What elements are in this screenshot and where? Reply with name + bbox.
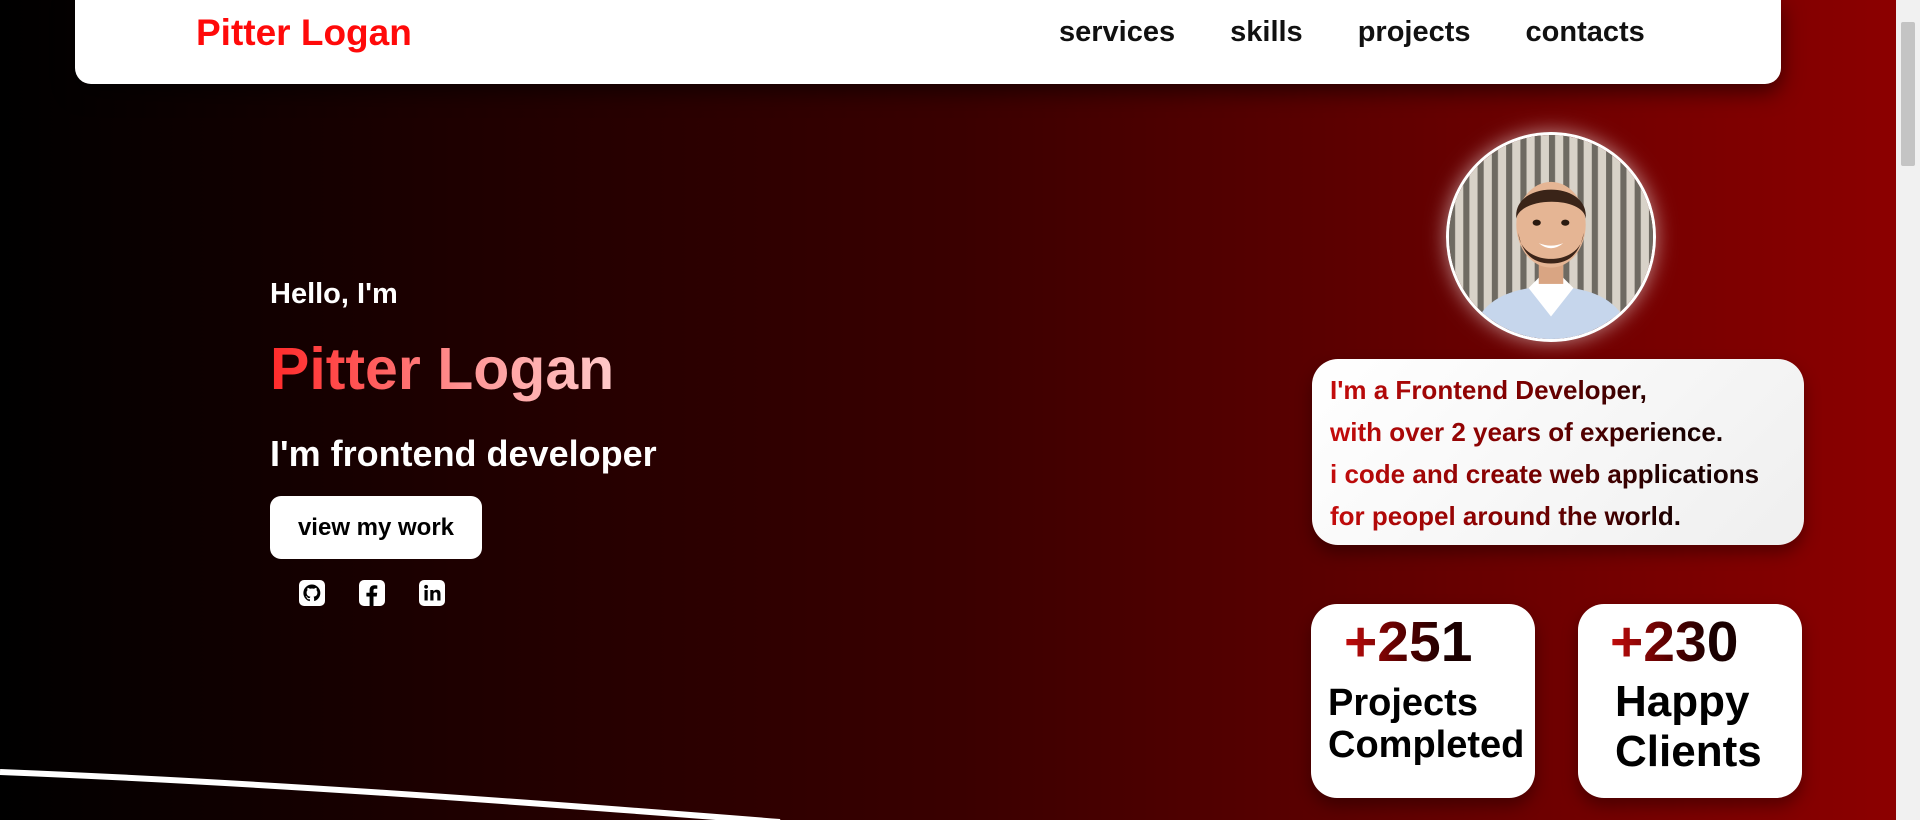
hero-name: Pitter Logan (270, 336, 615, 402)
intro-line: for peopel around the world. (1330, 495, 1786, 537)
intro-line: with over 2 years of experience. (1330, 411, 1786, 453)
stat-label: Projects Completed (1328, 682, 1525, 766)
github-icon[interactable] (298, 579, 326, 607)
profile-photo (1446, 132, 1656, 342)
linkedin-icon[interactable] (418, 579, 446, 607)
scrollbar[interactable] (1896, 0, 1920, 820)
nav-link-services[interactable]: services (1059, 16, 1175, 49)
intro-line: I'm a Frontend Developer, (1330, 369, 1786, 411)
stat-number: +230 (1610, 610, 1739, 674)
intro-line: i code and create web applications (1330, 453, 1786, 495)
social-links (298, 579, 446, 607)
hero-greeting: Hello, I'm (270, 278, 398, 310)
view-my-work-button[interactable]: view my work (270, 496, 482, 559)
stat-label: Happy Clients (1615, 677, 1762, 776)
nav-link-projects[interactable]: projects (1358, 16, 1471, 49)
stat-number: +251 (1344, 610, 1473, 674)
nav-link-contacts[interactable]: contacts (1526, 16, 1645, 49)
nav-menu: services skills projects contacts (1059, 16, 1645, 49)
decorative-divider-line (0, 769, 781, 820)
intro-card: I'm a Frontend Developer, with over 2 ye… (1312, 359, 1804, 545)
nav-link-skills[interactable]: skills (1230, 16, 1303, 49)
scrollbar-thumb[interactable] (1901, 22, 1915, 166)
facebook-icon[interactable] (358, 579, 386, 607)
top-navbar: Pitter Logan services skills projects co… (75, 0, 1781, 84)
hero-role: I'm frontend developer (270, 433, 657, 474)
stat-card-projects: +251 Projects Completed (1311, 604, 1535, 798)
stat-card-clients: +230 Happy Clients (1578, 604, 1802, 798)
brand-logo[interactable]: Pitter Logan (196, 12, 412, 54)
